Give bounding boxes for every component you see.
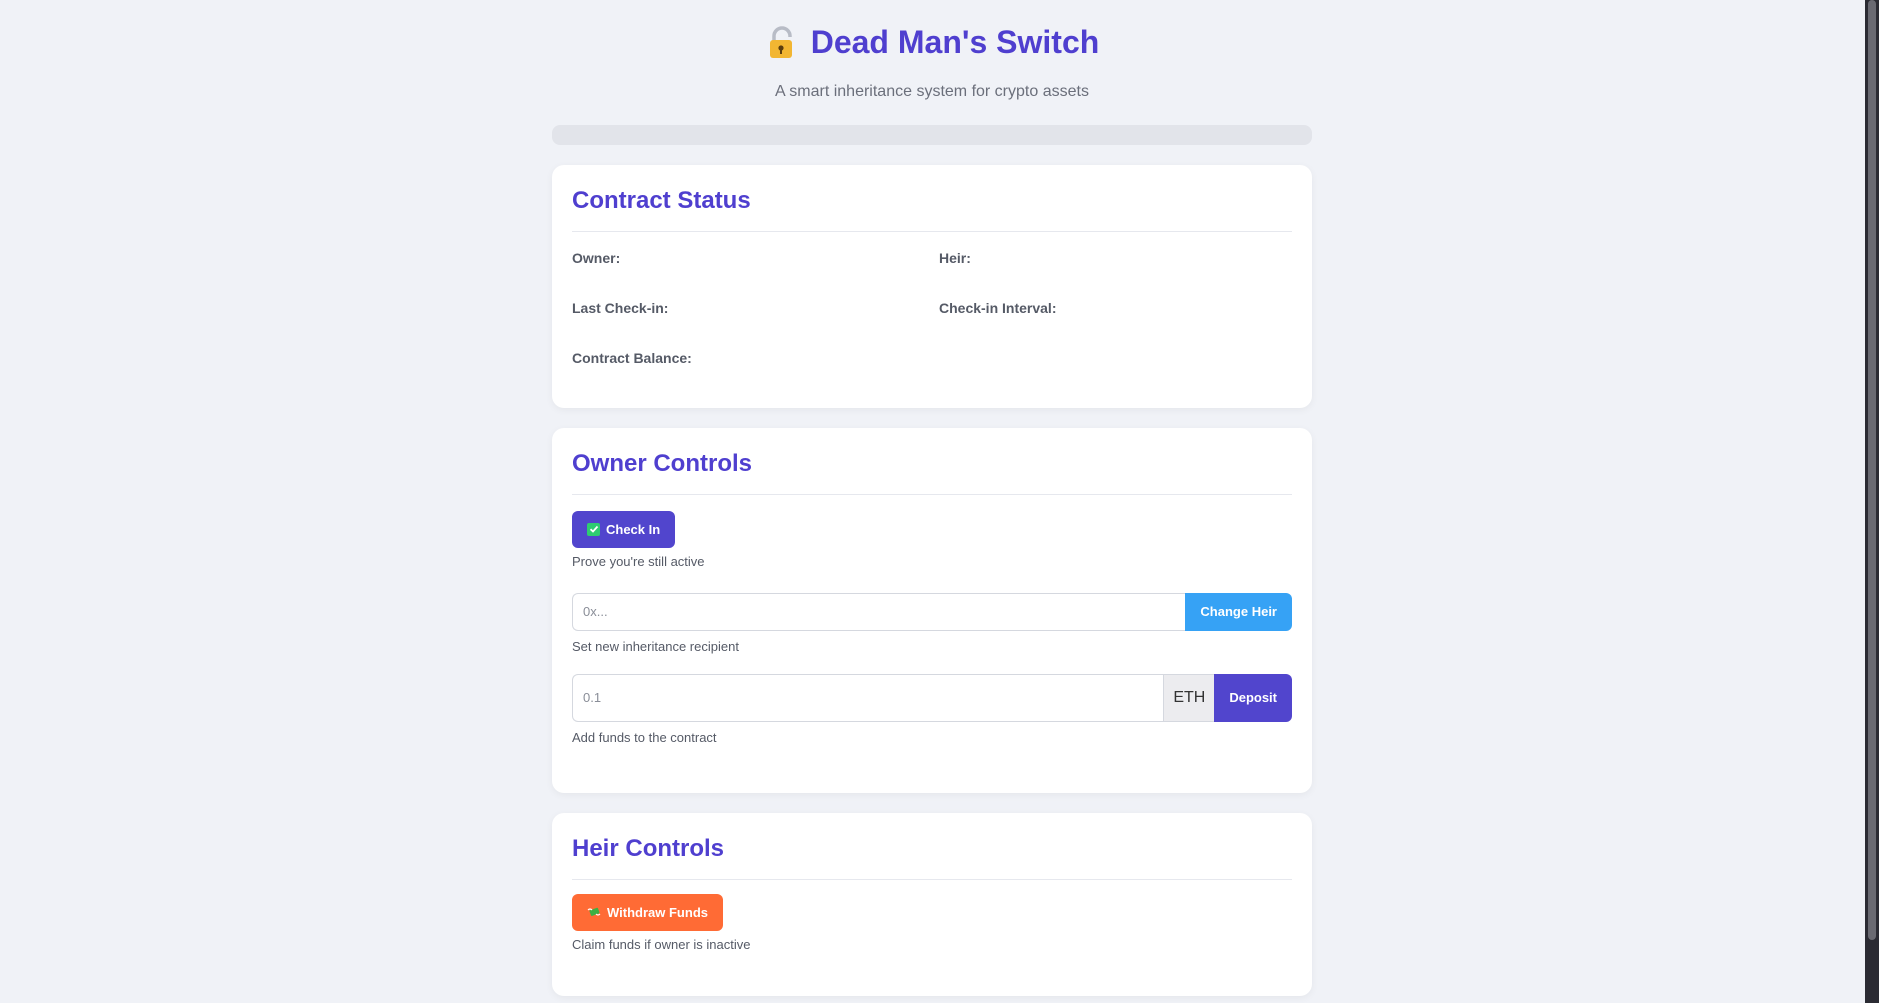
page-title-text: Dead Man's Switch (810, 24, 1100, 60)
eth-unit-addon: ETH (1163, 673, 1215, 722)
owner-controls-heading: Owner Controls (572, 450, 1292, 495)
change-heir-row: Change Heir (572, 592, 1292, 631)
withdraw-funds-button[interactable]: Withdraw Funds (572, 893, 723, 931)
heir-address-input[interactable] (572, 592, 1186, 631)
heir-controls-card: Heir Controls Withdraw Funds Claim funds… (552, 812, 1312, 996)
page-scrollbar[interactable] (1865, 0, 1879, 1003)
scrollbar-thumb[interactable] (1868, 0, 1876, 940)
owner-label: Owner: (572, 249, 621, 266)
check-in-label: Check In (606, 521, 661, 537)
contract-balance-status: Contract Balance: (572, 350, 939, 368)
deposit-helper: Add funds to the contract (572, 729, 717, 745)
deposit-button[interactable]: Deposit (1214, 673, 1292, 722)
contract-status-heading: Contract Status (572, 187, 1292, 232)
withdraw-section: Withdraw Funds Claim funds if owner is i… (572, 893, 1292, 952)
main-container: Dead Man's Switch A smart inheritance sy… (552, 0, 1312, 996)
page-title: Dead Man's Switch (765, 24, 1100, 61)
contract-status-card: Contract Status Owner: Heir: Last Check-… (552, 164, 1312, 408)
heir-controls-heading: Heir Controls (572, 835, 1292, 880)
deposit-amount-input[interactable] (572, 673, 1164, 722)
heir-label: Heir: (939, 249, 971, 266)
lock-icon (769, 25, 792, 58)
owner-controls-card: Owner Controls Check In Prove you're sti… (552, 427, 1312, 793)
withdraw-funds-label: Withdraw Funds (607, 904, 708, 920)
heir-status: Heir: (939, 250, 1292, 268)
money-with-wings-icon (587, 907, 601, 916)
change-heir-helper: Set new inheritance recipient (572, 638, 739, 654)
contract-balance-label: Contract Balance: (572, 349, 692, 366)
check-in-button[interactable]: Check In (572, 510, 676, 548)
page-subtitle: A smart inheritance system for crypto as… (775, 82, 1089, 100)
deposit-row: ETH Deposit (572, 673, 1292, 722)
contract-status-grid: Owner: Heir: Last Check-in: Check-in Int… (572, 250, 1292, 388)
checkin-interval-label: Check-in Interval: (939, 299, 1057, 316)
last-checkin-status: Last Check-in: (572, 300, 939, 318)
checkin-section: Check In Prove you're still active (572, 510, 1292, 569)
owner-status: Owner: (572, 250, 939, 268)
check-in-helper: Prove you're still active (572, 553, 705, 569)
checkin-interval-status: Check-in Interval: (939, 300, 1292, 318)
last-checkin-label: Last Check-in: (572, 299, 669, 316)
page-header: Dead Man's Switch A smart inheritance sy… (552, 0, 1312, 101)
status-progress-bar (552, 124, 1312, 145)
check-mark-icon (587, 522, 600, 536)
withdraw-helper: Claim funds if owner is inactive (572, 936, 751, 952)
change-heir-button[interactable]: Change Heir (1185, 592, 1292, 631)
